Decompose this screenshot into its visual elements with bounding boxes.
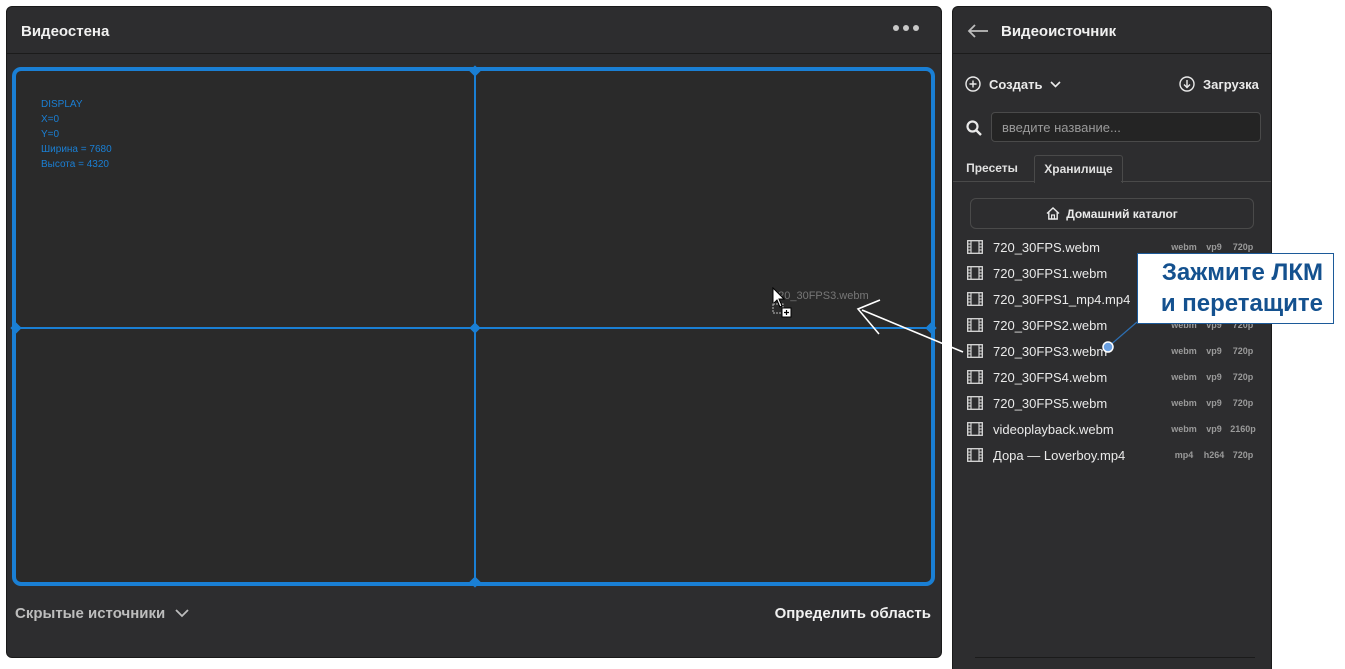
callout-pointer-dot	[1102, 341, 1114, 353]
callout-line-2: и перетащите	[1160, 290, 1323, 317]
annotation-arrow-head	[856, 299, 881, 335]
instruction-callout: Зажмите ЛКМ и перетащите	[1137, 253, 1334, 324]
callout-line-1: Зажмите ЛКМ	[1161, 259, 1323, 286]
annotation-overlay	[856, 299, 1138, 353]
